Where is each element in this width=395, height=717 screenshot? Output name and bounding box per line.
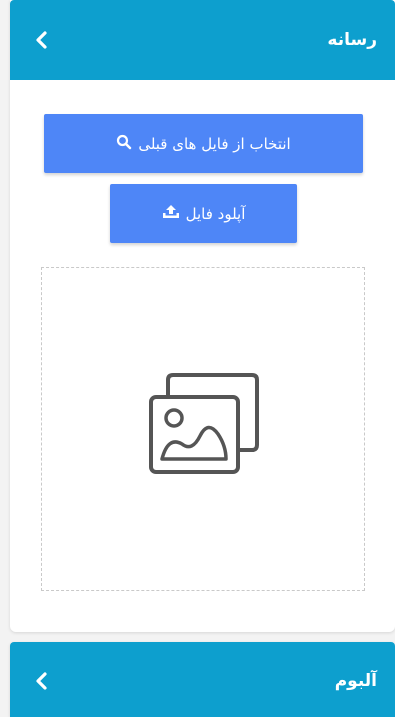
upload-file-label: آپلود فایل: [185, 204, 246, 223]
upload-file-button[interactable]: آپلود فایل: [110, 184, 297, 243]
album-panel: آلبوم: [10, 642, 395, 717]
select-existing-file-button[interactable]: انتخاب از فایل های قبلی: [44, 114, 363, 173]
media-panel-header[interactable]: رسانه: [10, 0, 395, 80]
upload-icon: [162, 204, 180, 224]
select-existing-file-label: انتخاب از فایل های قبلی: [138, 134, 291, 153]
media-panel-title: رسانه: [327, 30, 377, 50]
chevron-left-icon[interactable]: [32, 30, 52, 50]
media-panel: رسانه انتخاب از فایل های قبلی آپلود فایل: [10, 0, 395, 632]
album-panel-title: آلبوم: [334, 671, 377, 691]
chevron-left-icon[interactable]: [32, 671, 52, 691]
image-preview-area[interactable]: [41, 267, 365, 591]
album-panel-header[interactable]: آلبوم: [10, 642, 395, 717]
image-placeholder-icon: [149, 373, 259, 474]
search-icon: [116, 134, 132, 154]
